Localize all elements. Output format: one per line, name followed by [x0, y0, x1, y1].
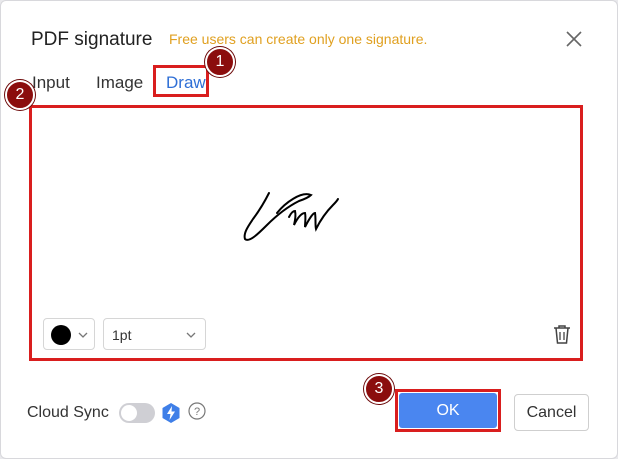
- svg-text:?: ?: [194, 406, 200, 418]
- pen-size-dropdown[interactable]: 1pt: [103, 318, 206, 350]
- tab-image[interactable]: Image: [96, 73, 143, 93]
- pdf-signature-dialog: PDF signature Free users can create only…: [0, 0, 618, 459]
- ok-button-highlight: [395, 389, 501, 432]
- dialog-title: PDF signature: [31, 29, 153, 50]
- drawn-signature: [243, 192, 339, 241]
- question-circle-icon[interactable]: ?: [188, 402, 206, 420]
- draw-tab-highlight: [153, 65, 209, 97]
- close-icon[interactable]: [563, 28, 585, 50]
- trash-icon[interactable]: [551, 323, 573, 345]
- chevron-down-icon: [78, 332, 88, 338]
- cancel-button[interactable]: Cancel: [514, 394, 589, 431]
- free-user-notice: Free users can create only one signature…: [169, 31, 428, 47]
- pen-color-swatch: [51, 325, 71, 345]
- chevron-down-icon: [186, 332, 196, 338]
- lightning-badge-icon: [162, 403, 180, 423]
- pen-size-value: 1pt: [112, 327, 132, 343]
- step-marker-1: 1: [205, 47, 235, 77]
- pen-color-dropdown[interactable]: [43, 318, 95, 350]
- cloud-sync-toggle[interactable]: [119, 403, 155, 423]
- step-marker-2: 2: [5, 80, 35, 110]
- cloud-sync-label: Cloud Sync: [27, 404, 109, 421]
- toggle-knob: [121, 405, 137, 421]
- tab-input[interactable]: Input: [32, 73, 70, 93]
- step-marker-3: 3: [364, 374, 394, 404]
